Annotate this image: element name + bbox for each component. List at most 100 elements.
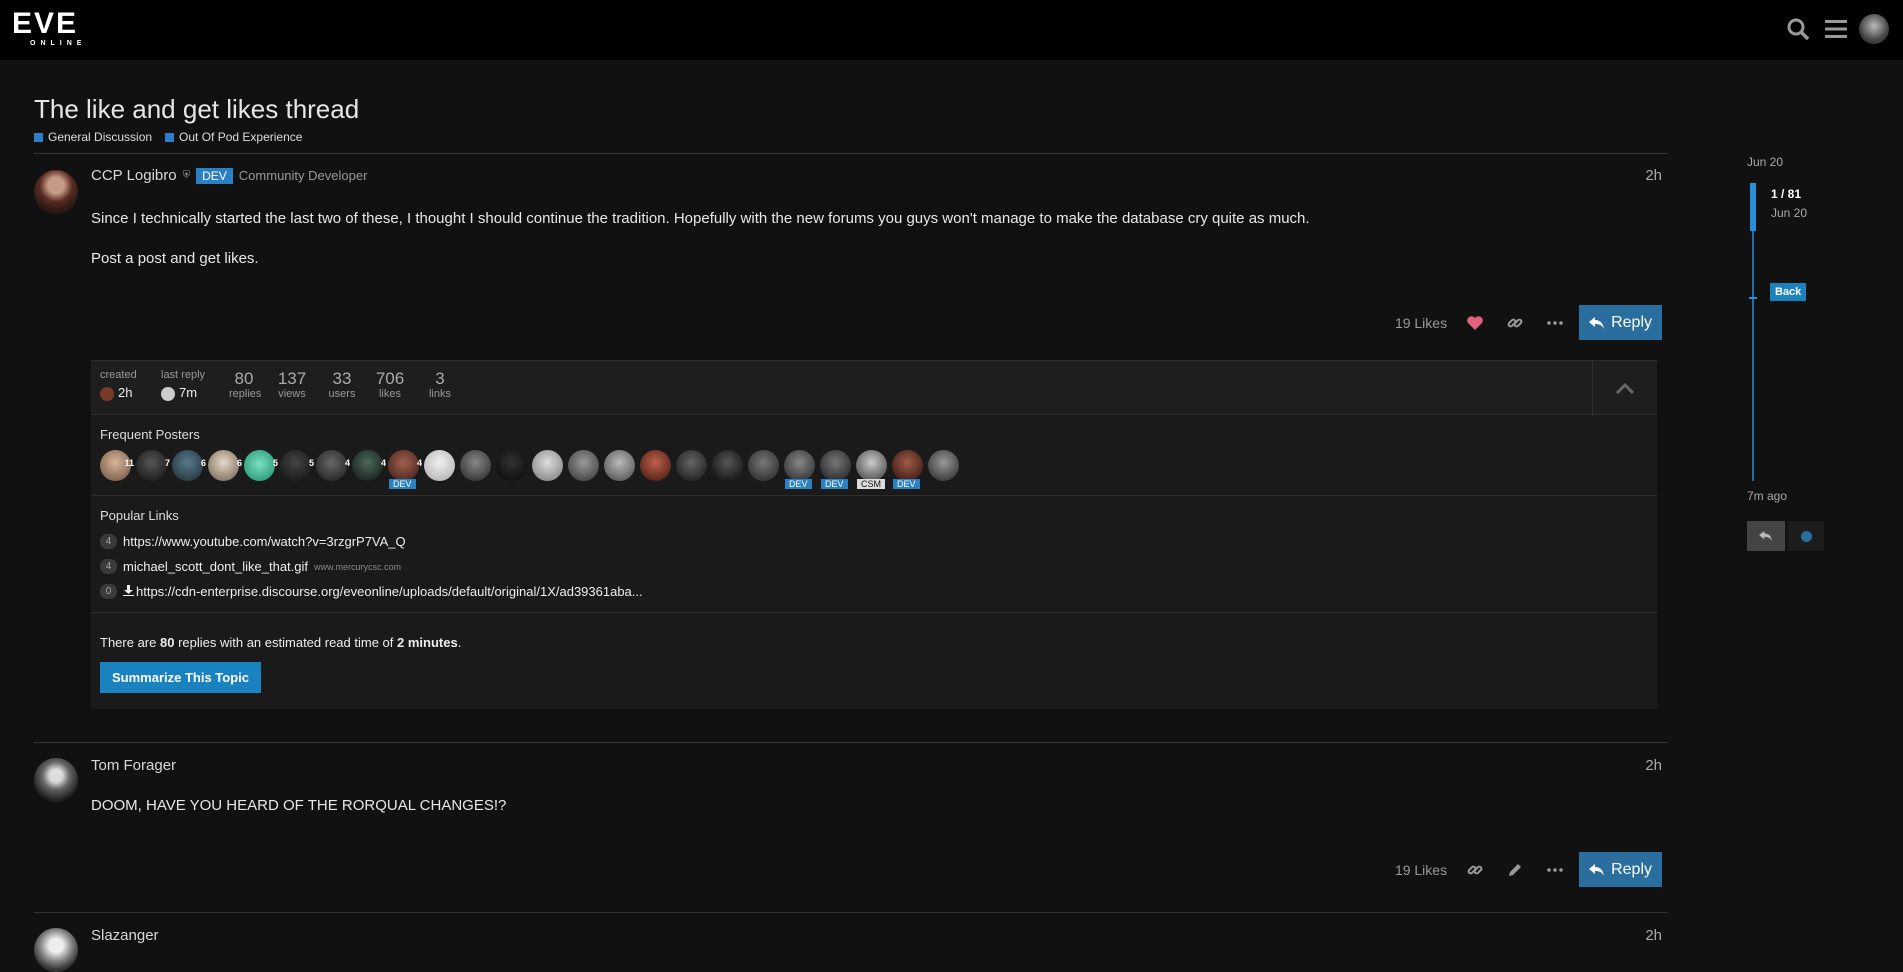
post-author-name[interactable]: CCP Logibro <box>91 167 177 184</box>
user-avatar[interactable] <box>1859 14 1889 44</box>
timeline-reply-button[interactable] <box>1747 521 1785 551</box>
post-author-row: Slazanger <box>91 927 159 944</box>
topic-summary: There are 80 replies with an estimated r… <box>91 613 1657 709</box>
post-author-row: Tom Forager <box>91 757 176 774</box>
poster-avatar[interactable] <box>460 450 491 481</box>
topic-map-stats: created 2h last reply 7m 80 replies 137 vi… <box>91 360 1657 416</box>
poster-avatar[interactable] <box>748 450 779 481</box>
poster-avatar[interactable]: 11 <box>100 450 134 481</box>
link-text[interactable]: michael_scott_dont_like_that.gif <box>123 559 308 574</box>
poster-avatar[interactable]: DEV <box>820 450 851 489</box>
likes-count[interactable]: 19 Likes <box>1395 315 1447 331</box>
topic-timeline: Jun 20 1 / 81 Jun 20 Back 7m ago <box>1747 155 1897 551</box>
pencil-icon[interactable] <box>1495 852 1535 887</box>
dev-badge: DEV <box>196 167 233 184</box>
post-avatar[interactable] <box>34 928 78 972</box>
likes-count[interactable]: 19 Likes <box>1395 862 1447 878</box>
site-header: EVE ONLINE <box>0 0 1903 60</box>
timeline-last-read-marker <box>1749 297 1757 299</box>
popular-link: 4 https://www.youtube.com/watch?v=3rzgrP… <box>100 529 1648 554</box>
divider <box>34 153 1668 154</box>
popular-link: 0 https://cdn-enterprise.discourse.org/e… <box>100 579 1648 604</box>
poster-avatar[interactable]: 6 <box>208 450 242 481</box>
poster-avatar[interactable] <box>640 450 671 481</box>
heart-icon[interactable] <box>1455 305 1495 340</box>
tracking-dot-icon <box>1800 530 1812 542</box>
hamburger-menu-icon[interactable] <box>1821 14 1851 44</box>
link-text[interactable]: https://www.youtube.com/watch?v=3rzgrP7V… <box>123 534 406 549</box>
summarize-topic-button[interactable]: Summarize This Topic <box>100 662 262 693</box>
timeline-end-date[interactable]: 7m ago <box>1747 489 1787 503</box>
poster-avatar[interactable]: 5 <box>280 450 314 481</box>
reply-button[interactable]: Reply <box>1579 305 1662 340</box>
divider <box>34 742 1668 743</box>
poster-avatar[interactable] <box>676 450 707 481</box>
link-domain: www.mercurycsc.com <box>314 561 402 572</box>
timeline-position: 1 / 81 <box>1771 187 1802 201</box>
created-stat[interactable]: created 2h <box>100 369 137 401</box>
link-icon[interactable] <box>1455 852 1495 887</box>
frequent-posters: Frequent Posters 11 7 6 6 5 5 4 4 4DEV <box>91 415 1657 496</box>
more-icon[interactable] <box>1535 852 1575 887</box>
poster-avatar[interactable]: CSM <box>856 450 887 489</box>
link-text[interactable]: https://cdn-enterprise.discourse.org/eve… <box>136 584 643 599</box>
post-time[interactable]: 2h <box>1645 757 1662 774</box>
avatar <box>161 386 175 401</box>
poster-avatar[interactable] <box>712 450 743 481</box>
users-stat: 33 users <box>328 369 356 400</box>
post-time[interactable]: 2h <box>1645 167 1662 184</box>
post-author-name[interactable]: Slazanger <box>91 927 159 944</box>
shield-icon: ⛨ <box>182 170 191 181</box>
avatar <box>100 386 114 401</box>
poster-avatar[interactable]: 4 <box>316 450 350 481</box>
poster-avatar[interactable]: DEV <box>784 450 815 489</box>
poster-avatar[interactable]: 5 <box>244 450 278 481</box>
reply-button[interactable]: Reply <box>1579 852 1662 887</box>
poster-avatar[interactable] <box>604 450 635 481</box>
poster-avatar[interactable] <box>928 450 959 481</box>
post-author-row: CCP Logibro ⛨ DEV Community Developer <box>91 167 367 184</box>
post-avatar[interactable] <box>34 758 78 802</box>
poster-avatar[interactable]: 7 <box>136 450 170 481</box>
timeline-back-button[interactable]: Back <box>1770 283 1807 301</box>
popular-link: 4 michael_scott_dont_like_that.gif www.m… <box>100 554 1648 579</box>
poster-avatar[interactable] <box>424 450 455 481</box>
category-out-of-pod[interactable]: Out Of Pod Experience <box>165 130 302 144</box>
popular-links-title: Popular Links <box>100 508 179 523</box>
search-icon[interactable] <box>1783 14 1813 44</box>
topic-title[interactable]: The like and get likes thread <box>34 94 359 125</box>
timeline-start-date[interactable]: Jun 20 <box>1747 155 1897 169</box>
link-click-count: 4 <box>100 534 117 549</box>
poster-avatar[interactable]: 4 DEV <box>388 450 422 489</box>
timeline-position-date: Jun 20 <box>1771 206 1808 220</box>
eve-online-logo[interactable]: EVE ONLINE <box>12 9 104 49</box>
reply-icon <box>1589 316 1605 329</box>
category-general-discussion[interactable]: General Discussion <box>34 130 152 144</box>
more-icon[interactable] <box>1535 305 1575 340</box>
read-time-summary: There are 80 replies with an estimated r… <box>100 635 462 650</box>
logo-text: EVE <box>12 7 79 40</box>
link-icon[interactable] <box>1495 305 1535 340</box>
popular-links: Popular Links 4 https://www.youtube.com/… <box>91 496 1657 613</box>
links-stat: 3 links <box>428 369 451 400</box>
post-paragraph: Since I technically started the last two… <box>91 210 1310 227</box>
post-time[interactable]: 2h <box>1645 927 1662 944</box>
post-paragraph: Post a post and get likes. <box>91 250 259 267</box>
last-reply-stat[interactable]: last reply 7m <box>161 369 205 401</box>
replies-stat: 80 replies <box>229 369 262 400</box>
poster-avatar[interactable] <box>532 450 563 481</box>
likes-stat: 706 likes <box>375 369 405 400</box>
poster-avatar[interactable]: DEV <box>892 450 923 489</box>
poster-avatar[interactable]: 6 <box>172 450 206 481</box>
notification-level-button[interactable] <box>1788 521 1824 551</box>
post-avatar[interactable] <box>34 170 78 214</box>
post-actions: 19 Likes Reply <box>1395 305 1662 340</box>
timeline-handle[interactable] <box>1750 183 1756 231</box>
chevron-up-icon[interactable] <box>1592 361 1657 416</box>
poster-avatar[interactable] <box>496 450 527 481</box>
poster-avatar[interactable]: 4 <box>352 450 386 481</box>
post-author-name[interactable]: Tom Forager <box>91 757 176 774</box>
link-click-count: 4 <box>100 559 117 574</box>
divider <box>34 912 1668 913</box>
poster-avatar[interactable] <box>568 450 599 481</box>
